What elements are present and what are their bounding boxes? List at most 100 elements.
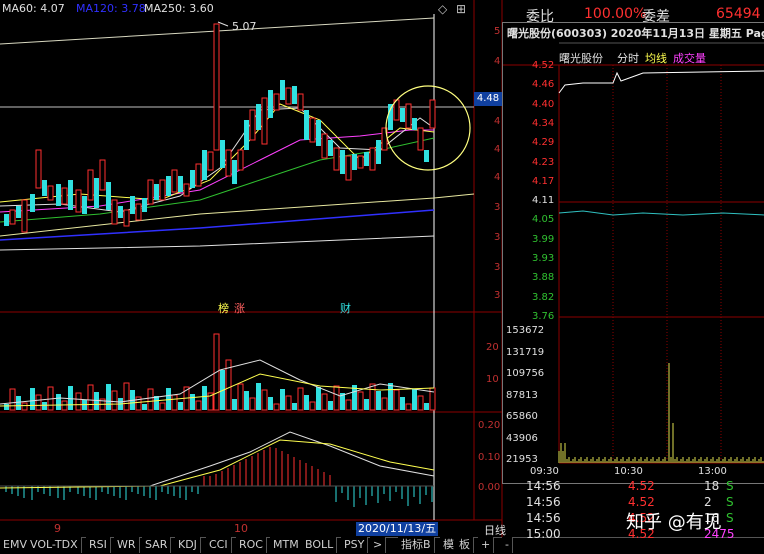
axis-vol-tick: 20 — [486, 342, 499, 353]
trade-volume: 18 — [704, 479, 720, 493]
candle — [261, 97, 268, 145]
volume-bar — [202, 386, 207, 410]
volume-bar — [285, 395, 292, 411]
candle — [166, 176, 171, 196]
volume-bar — [154, 396, 159, 410]
volume-bar — [123, 382, 130, 411]
popup-price-label: 4.46 — [532, 79, 555, 91]
volume-bar — [56, 394, 61, 410]
volume-bar — [424, 403, 429, 410]
popup-time-1300: 13:00 — [698, 466, 727, 477]
candle — [183, 183, 190, 197]
tab-sar[interactable]: SAR — [142, 537, 172, 553]
candle — [273, 93, 280, 111]
candle — [130, 196, 135, 214]
candle — [190, 170, 195, 188]
tab-rsi[interactable]: RSI — [86, 537, 111, 553]
grid-icon[interactable]: ⊞ — [456, 2, 466, 16]
popup-price-label: 4.23 — [532, 156, 555, 168]
candle — [75, 189, 82, 213]
candle — [268, 90, 273, 118]
candle — [202, 150, 207, 180]
candle — [304, 110, 309, 140]
tab-roc[interactable]: ROC — [236, 537, 267, 553]
event-mark-bang[interactable]: 榜 — [218, 300, 229, 316]
trade-time: 14:56 — [526, 479, 561, 493]
volume-bar — [111, 390, 118, 411]
axis-vol-tick: 10 — [486, 374, 499, 385]
tab-cci[interactable]: CCI — [206, 537, 232, 553]
tab-wr[interactable]: WR — [114, 537, 140, 553]
cursor-price-tag: 4.48 — [474, 92, 502, 106]
popup-price-label: 3.99 — [532, 233, 555, 245]
popup-price-label: 4.17 — [532, 175, 555, 187]
candle — [159, 179, 166, 201]
candle — [376, 140, 381, 164]
volume-bar — [292, 403, 297, 410]
popup-volume-label: 153672 — [506, 325, 545, 336]
trade-flag: S — [726, 495, 734, 509]
trade-flag: S — [726, 511, 734, 525]
event-mark-zhang[interactable]: 涨 — [234, 300, 245, 316]
candle — [328, 140, 333, 156]
volume-bar — [328, 401, 333, 410]
candle — [42, 180, 47, 196]
candle — [237, 149, 244, 171]
candle — [135, 203, 142, 221]
volume-bar — [393, 389, 400, 411]
candle — [309, 117, 316, 143]
candle — [61, 187, 68, 205]
candle — [30, 194, 35, 212]
candle — [364, 152, 369, 166]
event-mark-cai[interactable]: 财 — [340, 300, 351, 316]
tab-boll[interactable]: BOLL — [302, 537, 338, 553]
x-axis-month-9: 9 — [54, 522, 61, 535]
popup-volume-label: 87813 — [506, 389, 538, 401]
candle — [154, 184, 159, 200]
candle — [142, 198, 147, 212]
popup-price-label: 4.52 — [532, 60, 555, 71]
tab-board[interactable]: 板 — [456, 537, 474, 553]
volume-bar — [35, 394, 42, 411]
candle — [256, 104, 261, 130]
volume-bar — [297, 387, 304, 411]
tab-vol-tdx[interactable]: VOL-TDX — [27, 537, 82, 553]
popup-volume-label: 109756 — [506, 368, 545, 379]
volume-bar — [273, 403, 280, 411]
candle — [316, 120, 321, 146]
volume-bar — [304, 395, 309, 410]
tab-plus[interactable]: + — [478, 537, 495, 553]
axis-main-tick: 4 — [494, 144, 501, 155]
volume-bar — [75, 392, 82, 411]
volume-bar — [261, 389, 268, 411]
volume-bar — [30, 388, 35, 410]
popup-price-label: 4.05 — [532, 214, 555, 226]
tab-psy[interactable]: PSY — [341, 537, 369, 553]
tab-mtm[interactable]: MTM — [270, 537, 303, 553]
candle — [249, 109, 256, 141]
candle — [118, 206, 123, 218]
candle — [285, 87, 292, 105]
diamond-icon[interactable]: ◇ — [438, 2, 447, 16]
candle — [56, 184, 61, 206]
popup-price-label: 3.93 — [532, 253, 555, 264]
period-label[interactable]: 日线 — [484, 522, 506, 538]
axis-main-tick: 5 — [494, 26, 501, 37]
tab-minus[interactable]: - — [502, 537, 513, 553]
tab-kdj[interactable]: KDJ — [175, 537, 201, 553]
volume-bar — [249, 397, 256, 411]
volume-bar — [68, 386, 73, 410]
volume-bar — [244, 391, 249, 410]
ma250-label: MA250: 3.60 — [144, 2, 214, 15]
axis-main-tick: 3 — [494, 232, 501, 243]
volume-bar — [87, 384, 94, 411]
volume-bar — [381, 397, 388, 411]
weibi-value: 100.00% — [584, 6, 647, 22]
volume-bar — [237, 383, 244, 411]
volume-bar — [166, 388, 171, 410]
candle — [424, 150, 429, 162]
tab-indicator-b[interactable]: 指标B — [398, 537, 435, 553]
volume-bar — [400, 397, 405, 410]
tab-more[interactable]: > — [370, 537, 387, 553]
volume-bar — [171, 394, 178, 411]
